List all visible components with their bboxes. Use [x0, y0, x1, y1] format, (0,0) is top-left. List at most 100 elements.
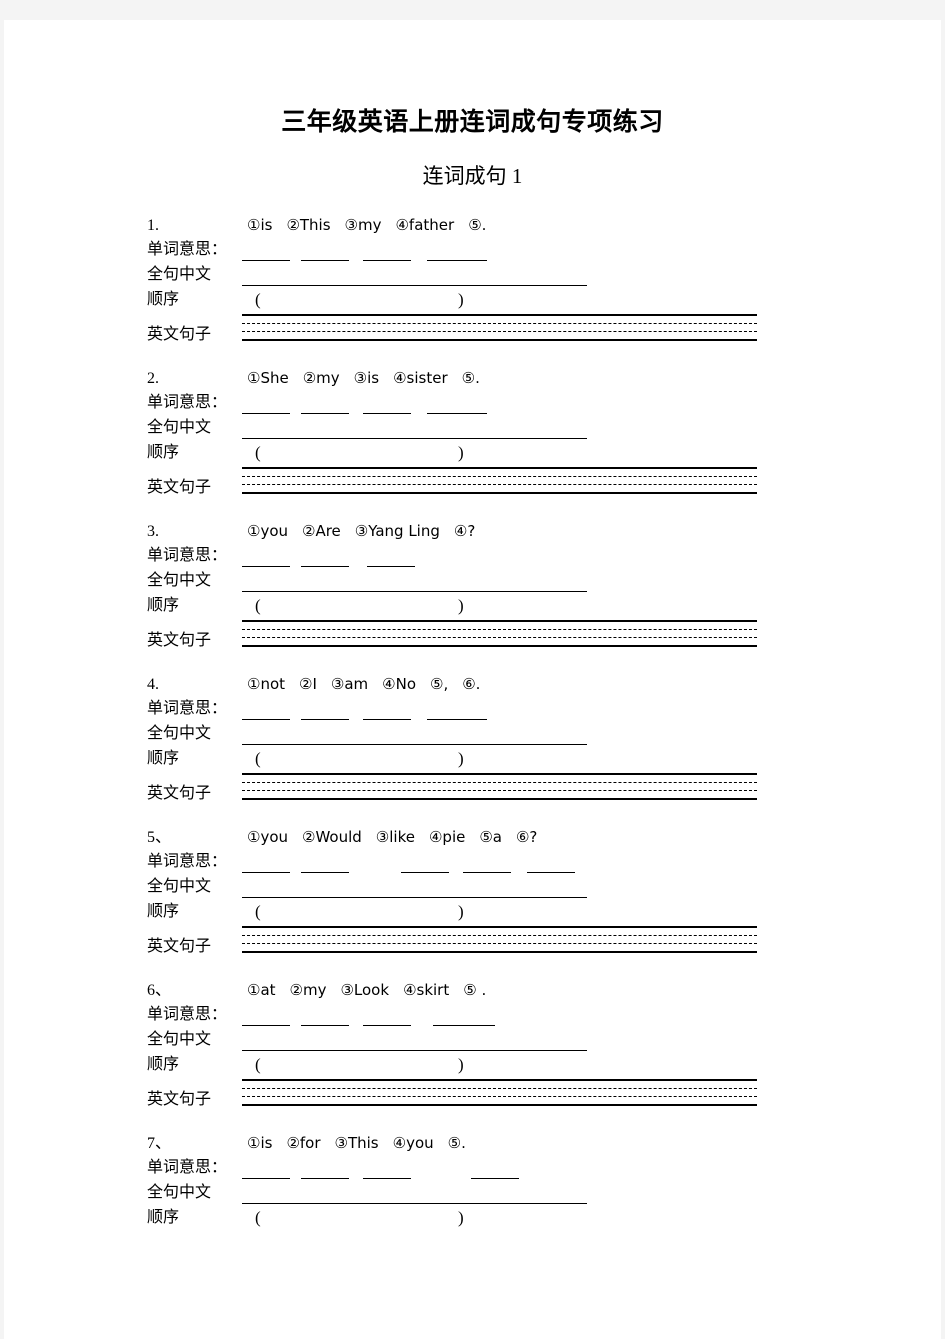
blank-spacer [290, 244, 301, 261]
blank-spacer [449, 856, 463, 873]
chinese-sentence-label: 全句中文 [147, 1184, 212, 1201]
answer-blank[interactable] [242, 702, 290, 720]
answer-blank[interactable] [242, 855, 290, 873]
english-writing-guide[interactable] [242, 464, 757, 494]
answer-blank[interactable] [363, 396, 411, 414]
english-sentence-row: 英文句子 [147, 923, 941, 956]
order-answer-field[interactable]: () [242, 442, 587, 464]
answer-blank[interactable] [242, 396, 290, 414]
blank-spacer [411, 703, 427, 720]
word-meaning-blanks [242, 545, 415, 567]
exercise-item: 5、 ①you ②Would ③like ④pie ⑤a ⑥? 单词意思： 全句中文 顺序 () 英文… [147, 826, 941, 956]
blank-spacer [290, 1162, 301, 1179]
chinese-sentence-blank[interactable] [242, 419, 587, 439]
order-answer-field[interactable]: () [242, 289, 587, 311]
answer-blank[interactable] [363, 702, 411, 720]
answer-blank[interactable] [367, 549, 415, 567]
exercise-tokens-row: 2. ①She ②my ③is ④sister ⑤. [147, 367, 941, 389]
item-spacer [147, 1229, 941, 1252]
english-sentence-label: 英文句子 [147, 479, 212, 496]
exercise-item: 4. ①not ②I ③am ④No ⑤, ⑥. 单词意思： 全句中文 顺序 () 英文句子 [147, 673, 941, 803]
english-sentence-row: 英文句子 [147, 464, 941, 497]
guide-spacer [242, 791, 757, 798]
answer-blank[interactable] [463, 855, 511, 873]
chinese-sentence-blank[interactable] [242, 878, 587, 898]
chinese-sentence-label: 全句中文 [147, 572, 212, 589]
answer-blank[interactable] [527, 855, 575, 873]
chinese-sentence-blank[interactable] [242, 1184, 587, 1204]
word-meaning-blanks [242, 1157, 519, 1179]
exercise-item: 1. ①is ②This ③my ④father ⑤. 单词意思： 全句中文 顺序 () 英文句子 [147, 214, 941, 344]
answer-blank[interactable] [427, 702, 487, 720]
answer-blank[interactable] [301, 243, 349, 261]
english-writing-guide[interactable] [242, 1076, 757, 1106]
answer-blank[interactable] [363, 1161, 411, 1179]
word-token: ③is [353, 369, 380, 387]
answer-blank[interactable] [301, 549, 349, 567]
item-spacer [147, 344, 941, 367]
word-token: ⑤. [468, 216, 487, 234]
word-token: ④? [453, 522, 476, 540]
chinese-sentence-blank[interactable] [242, 266, 587, 286]
item-spacer [147, 650, 941, 673]
word-token: ③my [344, 216, 382, 234]
answer-blank[interactable] [301, 702, 349, 720]
order-row: 顺序 () [147, 1051, 941, 1076]
blank-spacer [411, 1162, 471, 1179]
order-answer-field[interactable]: () [242, 748, 587, 770]
answer-blank[interactable] [301, 396, 349, 414]
chinese-sentence-blank[interactable] [242, 572, 587, 592]
answer-blank[interactable] [363, 243, 411, 261]
exercise-list: 1. ①is ②This ③my ④father ⑤. 单词意思： 全句中文 顺序() 英文句子 2… [4, 214, 941, 1252]
word-token: ④sister [393, 369, 448, 387]
answer-blank[interactable] [363, 1008, 411, 1026]
guide-spacer [242, 622, 757, 629]
answer-blank[interactable] [242, 243, 290, 261]
answer-blank[interactable] [242, 549, 290, 567]
exercise-number: 4. [147, 676, 159, 693]
paren-right: ) [458, 749, 464, 768]
guide-spacer [242, 1089, 757, 1096]
page-subtitle: 连词成句 1 [422, 164, 523, 188]
order-answer-field[interactable]: () [242, 1054, 587, 1076]
exercise-tokens-row: 1. ①is ②This ③my ④father ⑤. [147, 214, 941, 236]
word-meaning-blanks [242, 1004, 495, 1026]
english-writing-guide[interactable] [242, 770, 757, 800]
guide-spacer [242, 630, 757, 637]
guide-spacer [242, 944, 757, 951]
answer-blank[interactable] [242, 1161, 290, 1179]
order-answer-field[interactable]: () [242, 595, 587, 617]
answer-blank[interactable] [301, 855, 349, 873]
word-token: ②my [289, 981, 327, 999]
word-token: ①you [247, 828, 289, 846]
word-token: ②my [302, 369, 340, 387]
chinese-sentence-row: 全句中文 [147, 261, 941, 286]
answer-blank[interactable] [427, 396, 487, 414]
english-writing-guide[interactable] [242, 923, 757, 953]
word-meaning-row: 单词意思： [147, 695, 941, 720]
word-token: ②I [299, 675, 317, 693]
answer-blank[interactable] [471, 1161, 519, 1179]
english-writing-guide[interactable] [242, 311, 757, 341]
english-sentence-label: 英文句子 [147, 632, 212, 649]
answer-blank[interactable] [433, 1008, 495, 1026]
word-token: ①She [247, 369, 289, 387]
blank-spacer [290, 397, 301, 414]
order-answer-field[interactable]: () [242, 1207, 587, 1229]
answer-blank[interactable] [401, 855, 449, 873]
answer-blank[interactable] [242, 1008, 290, 1026]
order-label: 顺序 [147, 444, 180, 461]
blank-spacer [411, 1009, 433, 1026]
paren-left: ( [255, 596, 261, 615]
order-row: 顺序 () [147, 1204, 941, 1229]
answer-blank[interactable] [301, 1008, 349, 1026]
order-label: 顺序 [147, 597, 180, 614]
order-label: 顺序 [147, 1056, 180, 1073]
chinese-sentence-blank[interactable] [242, 725, 587, 745]
chinese-sentence-blank[interactable] [242, 1031, 587, 1051]
order-answer-field[interactable]: () [242, 901, 587, 923]
answer-blank[interactable] [301, 1161, 349, 1179]
answer-blank[interactable] [427, 243, 487, 261]
english-writing-guide[interactable] [242, 617, 757, 647]
exercise-tokens-row: 6、 ①at ②my ③Look ④skirt ⑤ . [147, 979, 941, 1001]
